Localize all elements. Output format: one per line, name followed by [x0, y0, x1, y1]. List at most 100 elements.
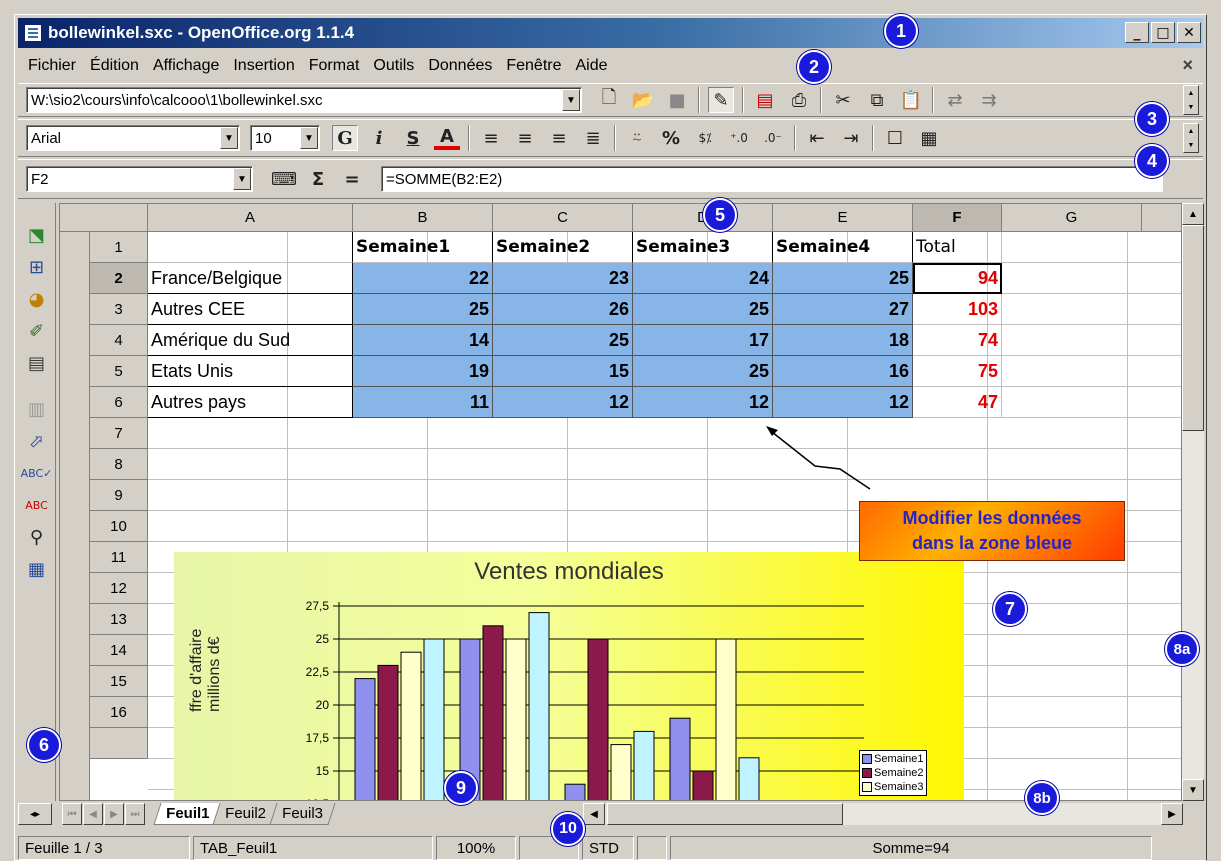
cell-b3[interactable]: 25	[353, 294, 493, 325]
cell-f5[interactable]: 75	[913, 356, 1002, 387]
cell-a3[interactable]: Autres CEE	[148, 294, 353, 325]
cell-a6[interactable]: Autres pays	[148, 387, 353, 418]
menu-fenetre[interactable]: Fenêtre	[499, 57, 568, 75]
cell-d4[interactable]: 17	[633, 325, 773, 356]
cell-c2[interactable]: 23	[493, 263, 633, 294]
menu-donnees[interactable]: Données	[421, 57, 499, 75]
horizontal-scrollbar[interactable]: ◀ ▶	[583, 803, 1183, 825]
font-name-field[interactable]: Arial ▼	[26, 125, 240, 151]
edit-file-icon[interactable]: ✎	[708, 87, 734, 113]
insert-object-icon[interactable]: ◕	[24, 286, 50, 312]
align-center-icon[interactable]: ≡	[512, 125, 538, 151]
row-header-12[interactable]: 12	[90, 573, 148, 604]
chevron-down-icon[interactable]: ▼	[233, 168, 251, 190]
menu-aide[interactable]: Aide	[569, 57, 615, 75]
toolbar-scroll-icon[interactable]: ◂▸	[18, 803, 52, 825]
function-button[interactable]: =	[339, 166, 365, 192]
column-header[interactable]	[1142, 204, 1181, 232]
close-button[interactable]: ✕	[1177, 22, 1201, 43]
scroll-down-icon[interactable]: ▼	[1182, 779, 1204, 801]
cell-a2[interactable]: France/Belgique	[148, 263, 353, 294]
select-icon[interactable]: ⬀	[24, 428, 50, 454]
cell-f4[interactable]: 74	[913, 325, 1002, 356]
sum-button[interactable]: Σ	[305, 166, 331, 192]
url-field[interactable]: W:\sio2\cours\info\calcooo\1\bollewinkel…	[26, 87, 582, 113]
paste-icon[interactable]: 📋	[898, 87, 924, 113]
cell-b1[interactable]: Semaine1	[353, 232, 493, 263]
cell-f3[interactable]: 103	[913, 294, 1002, 325]
row-header-5[interactable]: 5	[90, 356, 148, 387]
column-header-e[interactable]: E	[773, 204, 913, 232]
row-header-13[interactable]: 13	[90, 604, 148, 635]
row-header-16[interactable]: 16	[90, 697, 148, 728]
find-replace-icon[interactable]: ⚲	[24, 524, 50, 550]
cell-d2[interactable]: 24	[633, 263, 773, 294]
cell-e3[interactable]: 27	[773, 294, 913, 325]
row-header-1[interactable]: 1	[90, 232, 148, 263]
chevron-down-icon[interactable]: ▼	[562, 89, 580, 111]
menu-fichier[interactable]: Fichier	[18, 57, 83, 75]
add-decimal-icon[interactable]: ⁺.0	[726, 125, 752, 151]
name-box[interactable]: F2 ▼	[26, 166, 253, 192]
chevron-down-icon[interactable]: ▼	[220, 127, 238, 149]
row-header[interactable]	[90, 728, 148, 759]
row-header-6[interactable]: 6	[90, 387, 148, 418]
prev-sheet-icon[interactable]: ◀	[83, 803, 103, 825]
print-icon[interactable]: ⎙	[786, 87, 812, 113]
new-document-icon[interactable]: 🗋	[596, 87, 622, 113]
edit-autoformat-icon[interactable]: ▥	[24, 396, 50, 422]
minimize-button[interactable]: _	[1125, 22, 1149, 43]
cell-c1[interactable]: Semaine2	[493, 232, 633, 263]
function-wizard-icon[interactable]: ⌨	[271, 166, 297, 192]
font-color-button[interactable]: A	[434, 126, 460, 150]
insert-icon[interactable]: ⬔	[24, 222, 50, 248]
save-icon[interactable]: ■	[664, 87, 690, 113]
cell-b5[interactable]: 19	[353, 356, 493, 387]
justify-icon[interactable]: ≣	[580, 125, 606, 151]
next-sheet-icon[interactable]: ▶	[104, 803, 124, 825]
chevron-down-icon[interactable]: ▼	[300, 127, 318, 149]
cell-e5[interactable]: 16	[773, 356, 913, 387]
cell-b2[interactable]: 22	[353, 263, 493, 294]
autospellcheck-icon[interactable]: ABC	[24, 492, 50, 518]
column-header-f[interactable]: F	[913, 204, 1002, 232]
data-sources-icon[interactable]: ▦	[24, 556, 50, 582]
scroll-thumb[interactable]	[607, 803, 843, 825]
row-header-3[interactable]: 3	[90, 294, 148, 325]
tab-feuil1[interactable]: Feuil1	[153, 803, 222, 825]
row-header-10[interactable]: 10	[90, 511, 148, 542]
cell-b4[interactable]: 14	[353, 325, 493, 356]
cell-e4[interactable]: 18	[773, 325, 913, 356]
row-header-14[interactable]: 14	[90, 635, 148, 666]
currency-format-icon[interactable]: ⍨	[624, 125, 650, 151]
percent-format-button[interactable]: %	[658, 125, 684, 151]
menu-outils[interactable]: Outils	[366, 57, 421, 75]
chart-object[interactable]: Ventes mondiales 27,52522,52017,51512,51…	[174, 552, 964, 800]
scroll-up-icon[interactable]: ▲	[1182, 203, 1204, 225]
row-header-7[interactable]: 7	[90, 418, 148, 449]
maximize-button[interactable]: □	[1151, 22, 1175, 43]
cell-e2[interactable]: 25	[773, 263, 913, 294]
bold-button[interactable]: G	[332, 125, 358, 151]
menu-insertion[interactable]: Insertion	[226, 57, 301, 75]
insert-cells-icon[interactable]: ⊞	[24, 254, 50, 280]
cell-f2[interactable]: 94	[913, 263, 1002, 294]
cell-f6[interactable]: 47	[913, 387, 1002, 418]
open-folder-icon[interactable]: 📂	[630, 87, 656, 113]
standard-format-icon[interactable]: $⁒	[692, 125, 718, 151]
cell-d1[interactable]: Semaine3	[633, 232, 773, 263]
row-header-9[interactable]: 9	[90, 480, 148, 511]
scroll-right-icon[interactable]: ▶	[1161, 803, 1183, 825]
copy-icon[interactable]: ⧉	[864, 87, 890, 113]
menu-format[interactable]: Format	[302, 57, 367, 75]
tab-feuil2[interactable]: Feuil2	[212, 803, 279, 825]
cell-a4[interactable]: Amérique du Sud	[148, 325, 353, 356]
vertical-scrollbar[interactable]: ▲ ▼	[1182, 203, 1204, 801]
show-draw-functions-icon[interactable]: ✐	[24, 318, 50, 344]
cut-icon[interactable]: ✂	[830, 87, 856, 113]
undo-icon[interactable]: ⇄	[942, 87, 968, 113]
spreadsheet-grid[interactable]: A B C D E F G 1 2 3 4 5 6 7 8 9 10 11 12…	[59, 203, 1182, 801]
row-header-15[interactable]: 15	[90, 666, 148, 697]
status-zoom[interactable]: 100%	[436, 836, 516, 860]
cell-d6[interactable]: 12	[633, 387, 773, 418]
